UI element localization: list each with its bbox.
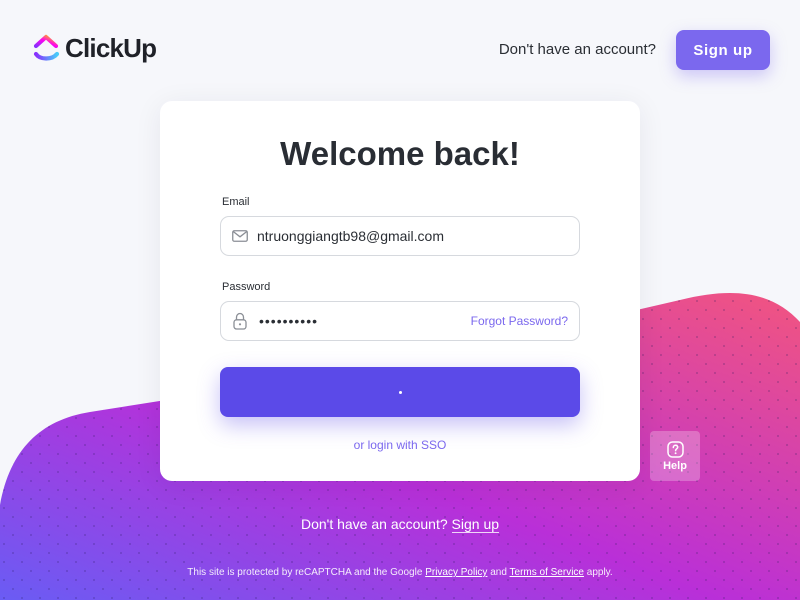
header-account-prompt: Don't have an account? (498, 41, 656, 58)
question-icon (666, 440, 684, 458)
recaptcha-prefix: This site is protected by reCAPTCHA and … (187, 567, 423, 578)
email-field-container (220, 216, 580, 256)
mail-icon (232, 228, 248, 244)
forgot-password-link[interactable]: Forgot Password? (471, 314, 568, 328)
help-label: Help (663, 459, 687, 472)
privacy-policy-link[interactable]: Privacy Policy (425, 567, 487, 578)
page-title: Welcome back! (280, 135, 520, 172)
clickup-logo-icon (33, 34, 60, 61)
header-signup-button[interactable]: Sign up (676, 30, 770, 70)
login-page: ClickUp Don't have an account? Sign up W… (0, 0, 800, 600)
recaptcha-notice: This site is protected by reCAPTCHA and … (0, 566, 800, 580)
lock-icon (232, 312, 248, 330)
password-field-container: Forgot Password? (220, 301, 580, 341)
logo-wordmark: ClickUp (65, 33, 157, 63)
recaptcha-and: and (490, 567, 507, 578)
password-label: Password (222, 281, 271, 293)
email-label: Email (222, 196, 250, 208)
footer-signup-prompt: Don't have an account? Sign up (0, 515, 800, 533)
login-button[interactable] (220, 367, 580, 417)
terms-of-service-link[interactable]: Terms of Service (510, 567, 584, 578)
clickup-logo[interactable]: ClickUp (33, 33, 157, 63)
sso-login-link[interactable]: or login with SSO (160, 437, 640, 453)
login-card: Welcome back! Email Password Forgot (160, 101, 640, 481)
loading-spinner-icon (398, 390, 402, 394)
password-input[interactable] (259, 306, 471, 336)
email-input[interactable] (257, 221, 579, 251)
footer-signup-link[interactable]: Sign up (451, 516, 500, 533)
help-button[interactable]: Help (650, 431, 700, 481)
footer-account-prompt: Don't have an account? (300, 516, 448, 532)
recaptcha-suffix: apply. (586, 567, 613, 578)
